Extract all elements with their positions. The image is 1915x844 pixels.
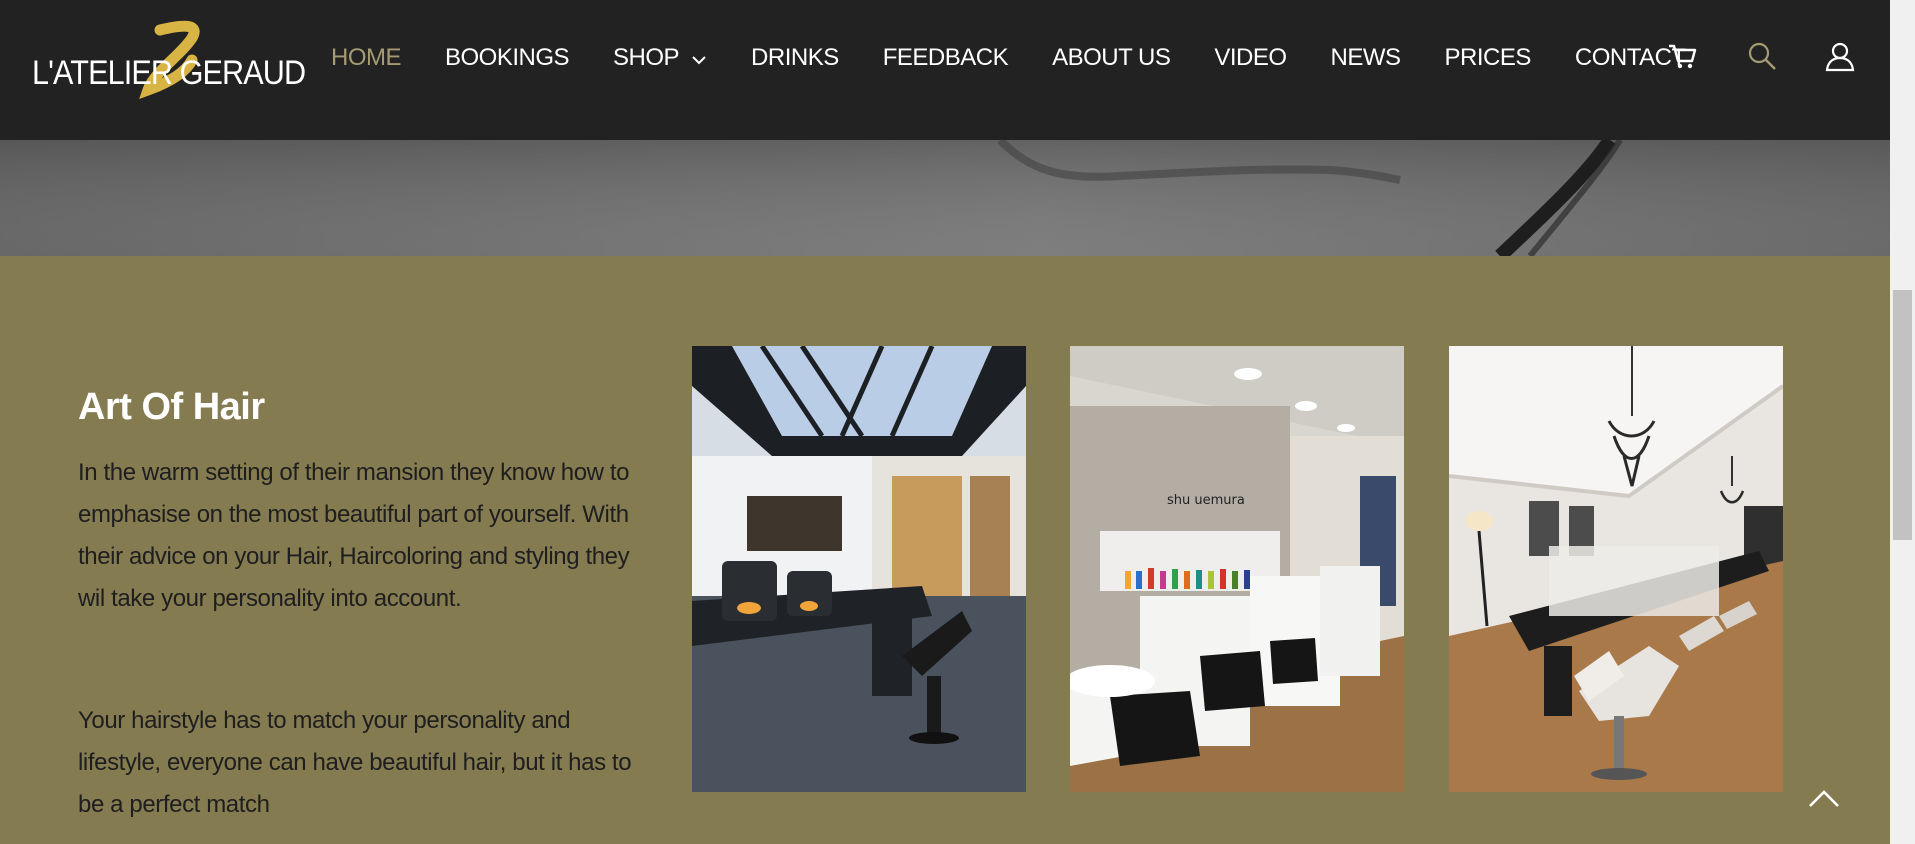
photo-salon-skylight [692, 346, 1026, 792]
chevron-down-icon [691, 44, 707, 72]
nav-video[interactable]: VIDEO [1214, 44, 1287, 72]
nav-drinks[interactable]: DRINKS [751, 44, 839, 72]
nav-feedback[interactable]: FEEDBACK [883, 44, 1009, 72]
cart-icon[interactable] [1666, 40, 1698, 77]
nav-prices[interactable]: PRICES [1445, 44, 1532, 72]
nav-shop[interactable]: SHOP [613, 44, 707, 72]
nav-shop-label: SHOP [613, 44, 680, 71]
nav-home[interactable]: HOME [331, 44, 402, 72]
logo[interactable]: L'ATELIER GERAUD [30, 18, 306, 100]
back-to-top-icon[interactable] [1806, 786, 1842, 815]
search-icon[interactable] [1746, 40, 1778, 77]
user-icon[interactable] [1824, 40, 1856, 77]
nav-bookings[interactable]: BOOKINGS [445, 44, 570, 72]
section-title: Art Of Hair [78, 386, 265, 428]
photo-salon-washbasins: shu uemura [1070, 346, 1404, 792]
main-nav: HOME BOOKINGS SHOP DRINKS FEEDBACK ABOUT… [331, 40, 1730, 76]
hero-image [0, 140, 1890, 256]
photo-salon-chandelier [1449, 346, 1783, 792]
scrollbar-thumb[interactable] [1893, 290, 1912, 540]
shu-uemura-sign: shu uemura [1167, 493, 1245, 508]
match-paragraph: Your hairstyle has to match your persona… [78, 707, 632, 818]
site-header: L'ATELIER GERAUD HOME BOOKINGS SHOP DRIN… [0, 0, 1890, 140]
intro-paragraph: In the warm setting of their mansion the… [78, 459, 630, 612]
nav-news[interactable]: NEWS [1331, 44, 1402, 72]
logo-text: L'ATELIER GERAUD [32, 54, 306, 92]
nav-about-us[interactable]: ABOUT US [1052, 44, 1171, 72]
